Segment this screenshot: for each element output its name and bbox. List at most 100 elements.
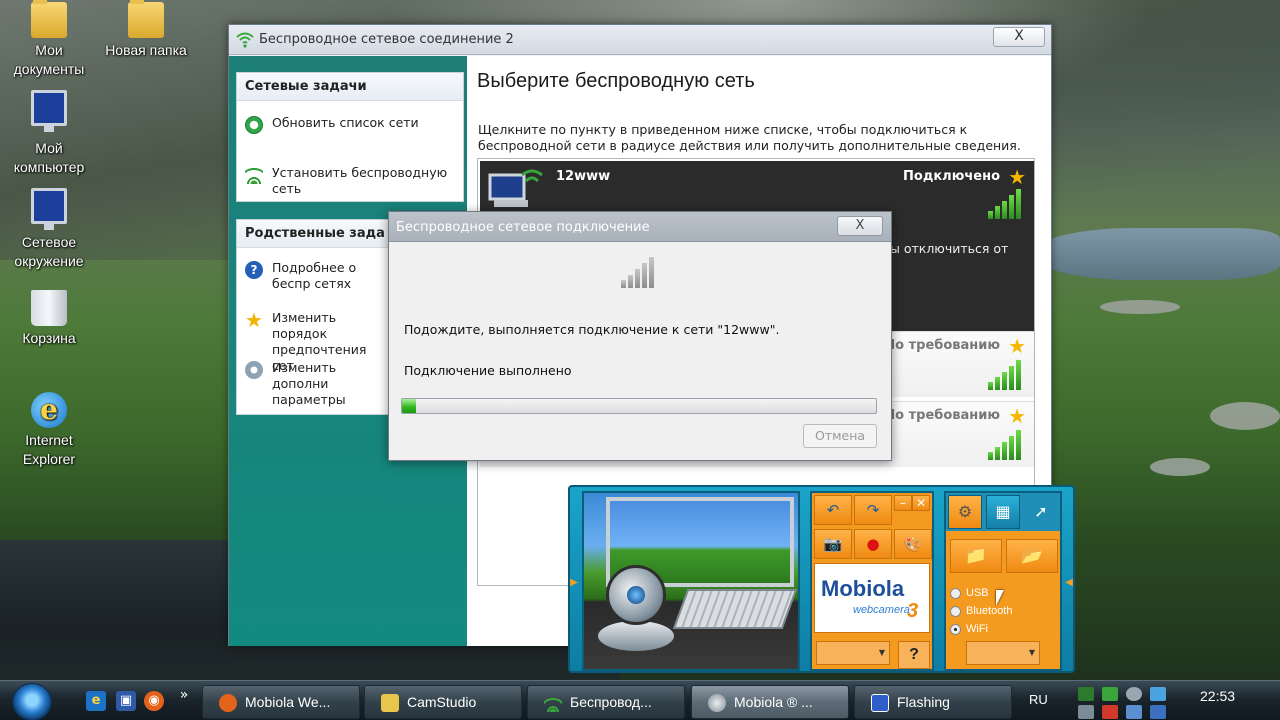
firefox-icon bbox=[219, 694, 237, 712]
desktop-icon-label: Мои bbox=[35, 42, 63, 58]
desktop-icon-label: Сетевое bbox=[21, 234, 77, 250]
preview-webcam-base bbox=[598, 621, 674, 651]
photo-folder-button[interactable]: 📁 bbox=[950, 539, 1002, 573]
network-computer-icon bbox=[488, 169, 543, 207]
desktop-icon-label: компьютер bbox=[13, 159, 85, 175]
dialog-message: Подождите, выполняется подключение к сет… bbox=[404, 322, 780, 337]
connection-dropdown[interactable] bbox=[966, 641, 1040, 665]
settings-tabbar: ⚙ ▦ ➚ bbox=[946, 493, 1060, 531]
taskbar-button-camstudio[interactable]: CamStudio bbox=[364, 685, 522, 719]
settings-tab-gear[interactable]: ⚙ bbox=[948, 495, 982, 529]
progress-fill bbox=[402, 399, 417, 413]
settings-tab-cursor[interactable]: ➚ bbox=[1024, 495, 1058, 529]
desktop-icon-label: Корзина bbox=[22, 330, 76, 346]
help-icon: ? bbox=[245, 261, 263, 279]
dialog-status: Подключение выполнено bbox=[404, 363, 572, 378]
desktop-icon-internet-explorer[interactable]: e Internet Explorer bbox=[1, 392, 97, 469]
connection-option-wifi[interactable]: WiFi bbox=[950, 623, 988, 635]
firefox-quicklaunch-icon[interactable]: ◉ bbox=[144, 691, 164, 711]
network-icon bbox=[31, 188, 67, 230]
desktop-icon-new-folder[interactable]: Новая папка bbox=[98, 0, 194, 60]
tray-icon[interactable] bbox=[1126, 687, 1142, 701]
palette-button[interactable]: 🎨 bbox=[894, 529, 932, 559]
desktop-wallpaper-rock bbox=[1150, 458, 1210, 476]
folder-icon bbox=[31, 0, 67, 38]
mobiola-logo: Mobiola webcamera 3 bbox=[814, 563, 930, 633]
task-setup-wireless[interactable]: Установить беспроводную сеть bbox=[245, 165, 457, 199]
connection-label: WiFi bbox=[966, 623, 988, 635]
desktop-icon-network[interactable]: Сетевое окружение bbox=[1, 188, 97, 271]
settings-icon bbox=[245, 361, 263, 379]
dialog-close-button[interactable]: X bbox=[837, 216, 883, 236]
taskbar-button-mobiola-web[interactable]: Mobiola We... bbox=[202, 685, 360, 719]
taskbar-button-flashing[interactable]: Flashing bbox=[854, 685, 1012, 719]
radio-icon bbox=[950, 588, 961, 599]
collapse-right-arrow-icon[interactable]: ◀ bbox=[1065, 575, 1073, 591]
dialog-titlebar[interactable]: Беспроводное сетевое подключение X bbox=[389, 212, 891, 242]
webcam-icon bbox=[606, 565, 666, 625]
minimize-button[interactable]: – bbox=[894, 495, 912, 511]
ie-quicklaunch-icon[interactable]: e bbox=[86, 691, 106, 711]
tray-icon[interactable] bbox=[1150, 705, 1166, 719]
network-status: По требованию bbox=[884, 338, 1000, 353]
desktop-icon-label: документы bbox=[13, 61, 85, 77]
close-button[interactable]: ✕ bbox=[912, 495, 930, 511]
dialog-title: Беспроводное сетевое подключение bbox=[396, 220, 650, 235]
task-refresh-network-list[interactable]: Обновить список сети bbox=[245, 115, 457, 135]
desktop-quicklaunch-icon[interactable]: ▣ bbox=[116, 691, 136, 711]
tray-icon[interactable] bbox=[1102, 705, 1118, 719]
connecting-dialog: Беспроводное сетевое подключение X Подож… bbox=[388, 211, 892, 461]
mobiola-settings: ⚙ ▦ ➚ 📁 📂 USB Bluetooth WiFi bbox=[944, 491, 1062, 671]
computer-icon bbox=[31, 90, 67, 132]
connection-option-bluetooth[interactable]: Bluetooth bbox=[950, 605, 1012, 617]
signal-icon bbox=[621, 256, 661, 288]
record-button[interactable]: ● bbox=[854, 529, 892, 559]
desktop-icon-label: Internet bbox=[25, 432, 73, 448]
desktop-icon-my-computer[interactable]: Мой компьютер bbox=[1, 90, 97, 177]
desktop-icon-label: окружение bbox=[14, 253, 84, 269]
internet-explorer-icon: e bbox=[31, 392, 67, 428]
desktop-icon-recycle-bin[interactable]: Корзина bbox=[1, 290, 97, 348]
collapse-left-arrow-icon[interactable]: ▶ bbox=[570, 575, 578, 591]
taskbar: e ▣ ◉ » Mobiola We... CamStudio Беспрово… bbox=[0, 680, 1280, 720]
settings-tab-window[interactable]: ▦ bbox=[986, 495, 1020, 529]
cancel-button[interactable]: Отмена bbox=[803, 424, 877, 448]
refresh-icon bbox=[245, 116, 263, 134]
mobiola-version: 3 bbox=[907, 600, 919, 622]
rotate-left-button[interactable]: ↶ bbox=[814, 495, 852, 525]
clock[interactable]: 22:53 bbox=[1200, 688, 1235, 704]
display-tray-icon[interactable] bbox=[1150, 687, 1166, 701]
wireless-tray-icon[interactable] bbox=[1102, 687, 1118, 701]
radio-icon bbox=[950, 624, 961, 635]
window-titlebar[interactable]: Беспроводное сетевое соединение 2 X bbox=[229, 25, 1051, 55]
speaker-tray-icon[interactable] bbox=[1126, 705, 1142, 719]
taskbar-button-label: Mobiola We... bbox=[245, 694, 331, 710]
taskbar-button-label: Беспровод... bbox=[570, 694, 652, 710]
language-indicator[interactable]: RU bbox=[1029, 692, 1048, 707]
connection-option-usb[interactable]: USB bbox=[950, 587, 989, 599]
quicklaunch-overflow-icon[interactable]: » bbox=[174, 685, 194, 705]
start-button[interactable] bbox=[12, 683, 52, 720]
desktop-wallpaper-rock bbox=[1100, 300, 1180, 314]
connection-progress-bar bbox=[401, 398, 877, 414]
taskbar-button-mobiola[interactable]: Mobiola ® ... bbox=[691, 685, 849, 719]
taskbar-button-wireless[interactable]: Беспровод... bbox=[527, 685, 685, 719]
taskbar-button-label: Flashing bbox=[897, 694, 950, 710]
network-name: 12www bbox=[556, 169, 611, 184]
window-close-button[interactable]: X bbox=[993, 27, 1045, 47]
page-title: Выберите беспроводную сеть bbox=[477, 70, 755, 92]
mobiola-controls: ↶ ↷ – ✕ 📷 ● 🎨 Mobiola webcamera 3 ? bbox=[810, 491, 934, 671]
task-label: Подробнее о беспр сетях bbox=[272, 260, 357, 291]
help-button[interactable]: ? bbox=[898, 641, 930, 669]
desktop-icon-label: Новая папка bbox=[105, 42, 187, 58]
tray-icon[interactable] bbox=[1078, 705, 1094, 719]
desktop-icon-label: Мой bbox=[35, 140, 63, 156]
taskbar-button-label: Mobiola ® ... bbox=[734, 694, 813, 710]
rotate-right-button[interactable]: ↷ bbox=[854, 495, 892, 525]
snapshot-button[interactable]: 📷 bbox=[814, 529, 852, 559]
device-dropdown[interactable] bbox=[816, 641, 890, 665]
desktop-icon-label: Explorer bbox=[22, 451, 76, 467]
video-folder-button[interactable]: 📂 bbox=[1006, 539, 1058, 573]
desktop-icon-my-documents[interactable]: Мои документы bbox=[1, 0, 97, 79]
network-tray-icon[interactable] bbox=[1078, 687, 1094, 701]
